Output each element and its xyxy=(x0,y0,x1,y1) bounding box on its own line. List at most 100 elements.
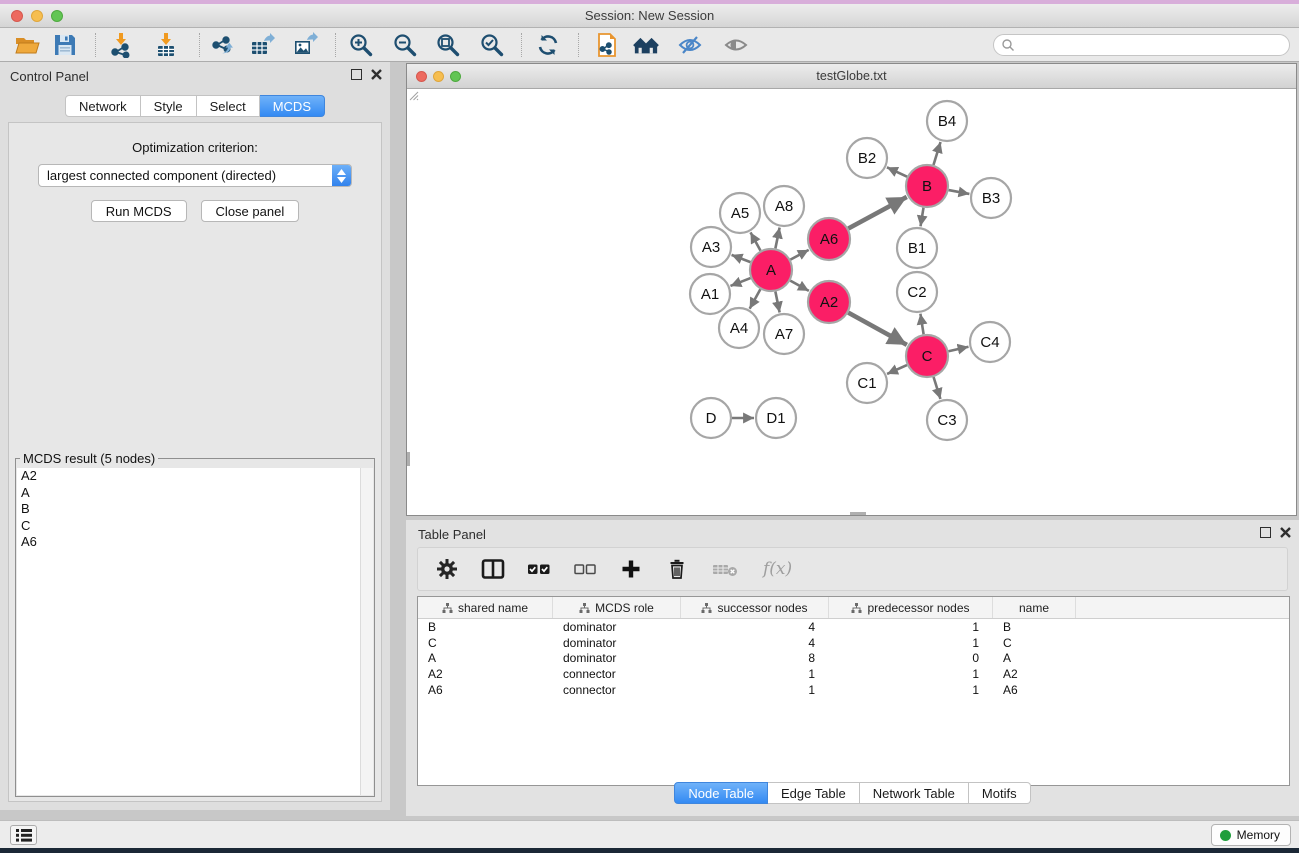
tab-select[interactable]: Select xyxy=(197,95,260,117)
edge-B-B1[interactable] xyxy=(921,208,924,227)
network-hscroll-thumb[interactable] xyxy=(850,512,866,515)
delete-icon[interactable] xyxy=(665,557,689,581)
network-graph[interactable]: B4B2BB3A8A5A6A3B1AA1C2A2A4A7C4CC1C3DD1 xyxy=(407,89,1296,515)
hide-selected-icon[interactable] xyxy=(677,32,703,58)
node-C3[interactable]: C3 xyxy=(927,400,967,440)
edge-A-A4[interactable] xyxy=(750,289,761,308)
table-tab-node-table[interactable]: Node Table xyxy=(674,782,768,804)
table-cell[interactable]: B xyxy=(993,620,1076,634)
node-D1[interactable]: D1 xyxy=(756,398,796,438)
node-B1[interactable]: B1 xyxy=(897,228,937,268)
edge-B-B2[interactable] xyxy=(887,167,907,176)
clone-network-icon[interactable] xyxy=(594,32,620,58)
select-all-icon[interactable] xyxy=(527,557,551,581)
edge-A2-C[interactable] xyxy=(848,313,907,345)
table-cell[interactable]: A2 xyxy=(993,667,1076,681)
table-cell[interactable]: 0 xyxy=(829,651,993,665)
table-cell[interactable]: dominator xyxy=(553,636,681,650)
network-vscroll-thumb[interactable] xyxy=(407,452,410,466)
add-column-icon[interactable] xyxy=(619,557,643,581)
export-table-icon[interactable] xyxy=(249,32,275,58)
column-header-successor-nodes[interactable]: successor nodes xyxy=(681,597,829,618)
resize-grip-icon[interactable] xyxy=(407,89,419,101)
table-cell[interactable]: 1 xyxy=(829,683,993,697)
edge-A-A6[interactable] xyxy=(790,250,808,260)
column-header-predecessor-nodes[interactable]: predecessor nodes xyxy=(829,597,993,618)
close-panel-icon[interactable] xyxy=(371,69,382,80)
table-row[interactable]: Bdominator41B xyxy=(418,619,1289,635)
edge-A-A3[interactable] xyxy=(732,255,751,262)
node-A2[interactable]: A2 xyxy=(808,281,850,323)
node-D[interactable]: D xyxy=(691,398,731,438)
search-field[interactable] xyxy=(993,34,1290,56)
save-session-icon[interactable] xyxy=(52,32,78,58)
table-cell[interactable]: B xyxy=(418,620,553,634)
edge-A-A8[interactable] xyxy=(775,228,779,249)
table-tab-network-table[interactable]: Network Table xyxy=(860,782,969,804)
edge-C-C2[interactable] xyxy=(920,314,923,335)
table-cell[interactable]: dominator xyxy=(553,620,681,634)
close-panel-button[interactable]: Close panel xyxy=(201,200,300,222)
table-cell[interactable]: 1 xyxy=(829,620,993,634)
table-cell[interactable]: 1 xyxy=(681,667,829,681)
node-A1[interactable]: A1 xyxy=(690,274,730,314)
node-C1[interactable]: C1 xyxy=(847,363,887,403)
tab-mcds[interactable]: MCDS xyxy=(260,95,325,117)
table-cell[interactable]: A6 xyxy=(418,683,553,697)
column-header-shared-name[interactable]: shared name xyxy=(418,597,553,618)
memory-button[interactable]: Memory xyxy=(1211,824,1291,846)
table-row[interactable]: A6connector11A6 xyxy=(418,682,1289,698)
show-all-icon[interactable] xyxy=(723,32,749,58)
column-header-name[interactable]: name xyxy=(993,597,1076,618)
tab-style[interactable]: Style xyxy=(141,95,197,117)
import-network-icon[interactable] xyxy=(108,32,134,58)
node-A4[interactable]: A4 xyxy=(719,308,759,348)
refresh-icon[interactable] xyxy=(535,32,561,58)
criterion-dropdown[interactable]: largest connected component (directed) xyxy=(38,164,352,187)
table-tab-edge-table[interactable]: Edge Table xyxy=(768,782,860,804)
table-cell[interactable]: A2 xyxy=(418,667,553,681)
open-file-icon[interactable] xyxy=(14,32,40,58)
node-table[interactable]: shared nameMCDS rolesuccessor nodesprede… xyxy=(417,596,1290,786)
table-cell[interactable]: 1 xyxy=(681,683,829,697)
mcds-result-item[interactable]: A6 xyxy=(17,534,373,551)
edge-A-A7[interactable] xyxy=(775,292,779,313)
mcds-result-item[interactable]: C xyxy=(17,518,373,535)
node-B[interactable]: B xyxy=(906,165,948,207)
table-cell[interactable]: dominator xyxy=(553,651,681,665)
mcds-result-item[interactable]: B xyxy=(17,501,373,518)
list-scrollbar[interactable] xyxy=(360,468,373,795)
column-view-icon[interactable] xyxy=(481,557,505,581)
edge-C-C1[interactable] xyxy=(887,365,907,374)
first-neighbors-icon[interactable] xyxy=(633,32,659,58)
node-C2[interactable]: C2 xyxy=(897,272,937,312)
edge-C-C4[interactable] xyxy=(948,347,968,351)
column-header-MCDS-role[interactable]: MCDS role xyxy=(553,597,681,618)
table-row[interactable]: Adominator80A xyxy=(418,650,1289,666)
node-C[interactable]: C xyxy=(906,335,948,377)
table-row[interactable]: Cdominator41C xyxy=(418,635,1289,651)
network-canvas[interactable]: B4B2BB3A8A5A6A3B1AA1C2A2A4A7C4CC1C3DD1 xyxy=(407,89,1296,515)
node-B3[interactable]: B3 xyxy=(971,178,1011,218)
tab-network[interactable]: Network xyxy=(65,95,141,117)
edge-A-A2[interactable] xyxy=(790,281,809,291)
node-A8[interactable]: A8 xyxy=(764,186,804,226)
zoom-out-icon[interactable] xyxy=(392,32,418,58)
table-cell[interactable]: connector xyxy=(553,683,681,697)
run-mcds-button[interactable]: Run MCDS xyxy=(91,200,187,222)
import-table-icon[interactable] xyxy=(153,32,179,58)
edge-A-A5[interactable] xyxy=(751,232,761,250)
edge-A-A1[interactable] xyxy=(730,278,750,286)
float-table-panel-icon[interactable] xyxy=(1260,527,1271,538)
edge-B-B3[interactable] xyxy=(949,190,970,194)
node-A6[interactable]: A6 xyxy=(808,218,850,260)
table-cell[interactable]: A xyxy=(418,651,553,665)
search-input[interactable] xyxy=(1015,38,1289,52)
node-A7[interactable]: A7 xyxy=(764,314,804,354)
mcds-result-item[interactable]: A xyxy=(17,485,373,502)
mcds-result-list[interactable]: A2ABCA6 xyxy=(17,468,373,795)
gear-icon[interactable] xyxy=(435,557,459,581)
table-cell[interactable]: 4 xyxy=(681,636,829,650)
node-C4[interactable]: C4 xyxy=(970,322,1010,362)
export-image-icon[interactable] xyxy=(292,32,318,58)
